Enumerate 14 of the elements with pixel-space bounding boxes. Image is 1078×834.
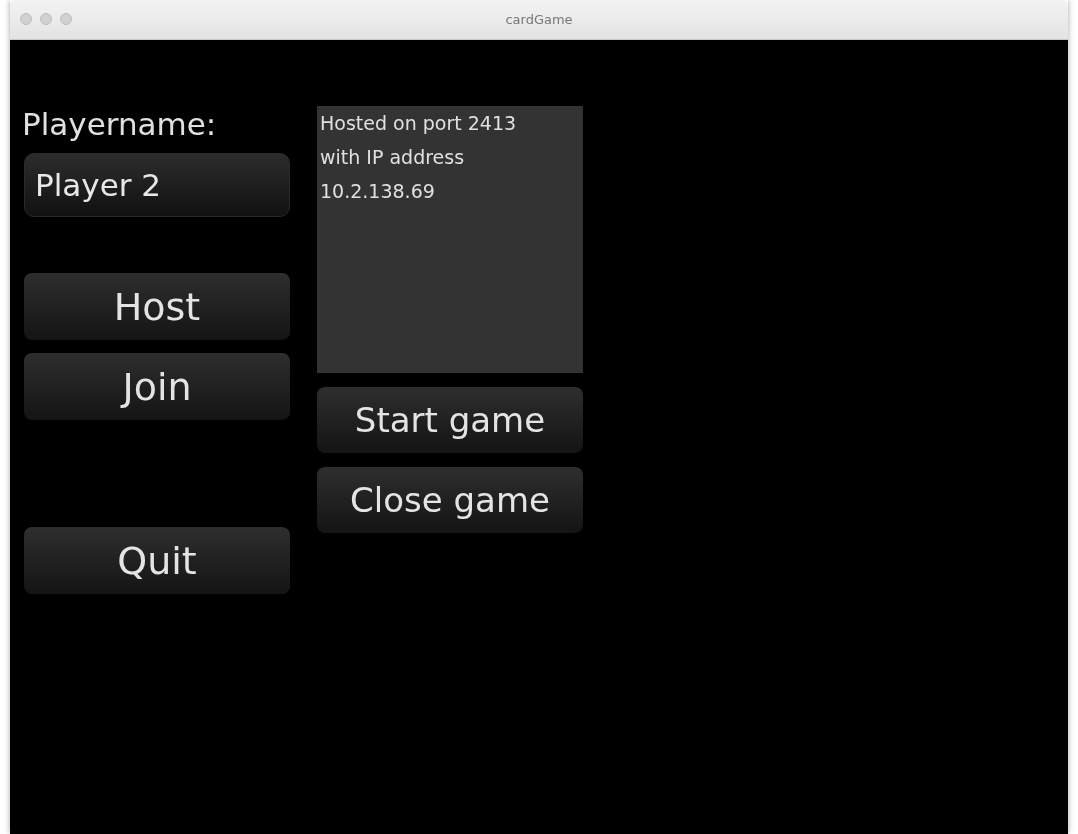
game-button[interactable]: Close game (317, 467, 583, 533)
playername-label: Playername: (22, 105, 217, 144)
menu-button[interactable]: Host (24, 273, 290, 340)
window-title: cardGame (505, 12, 573, 27)
log-line: 10.2.138.69 (320, 179, 436, 204)
log-line: Hosted on port 2413 (320, 111, 518, 136)
playername-field[interactable]: Player 2 (24, 153, 290, 217)
menu-button[interactable]: Quit (24, 527, 290, 594)
menu-button[interactable]: Join (24, 353, 290, 420)
minimize-icon[interactable] (40, 13, 52, 25)
zoom-icon[interactable] (60, 13, 72, 25)
close-icon[interactable] (20, 13, 32, 25)
game-button[interactable]: Start game (317, 387, 583, 453)
log-line: with IP address (320, 145, 466, 170)
